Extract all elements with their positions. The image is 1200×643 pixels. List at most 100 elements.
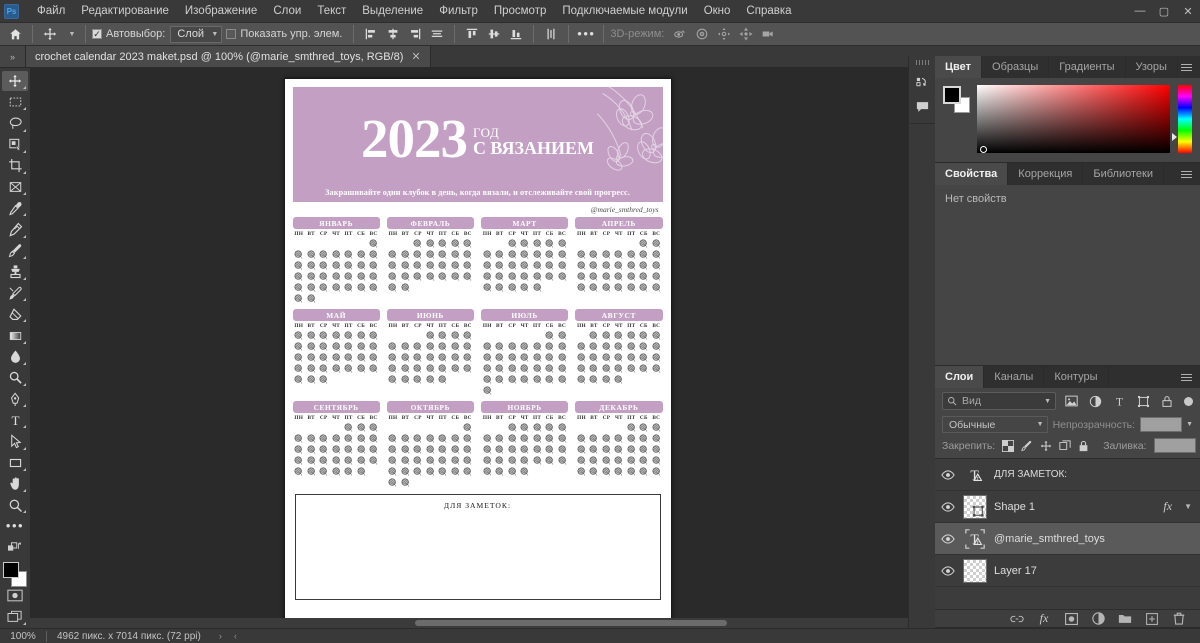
crop-tool[interactable] xyxy=(2,156,28,176)
layer-thumbnail[interactable]: T xyxy=(963,527,987,551)
tab-layers[interactable]: Слои xyxy=(935,366,985,388)
menu-edit[interactable]: Редактирование xyxy=(73,2,177,20)
new-layer-icon[interactable] xyxy=(1145,612,1159,626)
link-layers-icon[interactable] xyxy=(1010,612,1024,626)
blur-tool[interactable] xyxy=(2,347,28,367)
hue-marker[interactable] xyxy=(1172,133,1177,141)
align-right-edges-icon[interactable] xyxy=(404,24,426,44)
autoselect-checkbox[interactable]: ✓ xyxy=(92,29,102,39)
canvas-area[interactable]: 2023 ГОД С ВЯЗАНИЕМ Закрашивайте один кл… xyxy=(30,68,935,628)
align-vertical-centers-icon[interactable] xyxy=(483,24,505,44)
menu-select[interactable]: Выделение xyxy=(354,2,431,20)
tool-preset-chevron-icon[interactable]: ▼ xyxy=(61,24,79,44)
filter-adjustment-icon[interactable] xyxy=(1086,392,1104,410)
type-tool[interactable]: T xyxy=(2,410,28,430)
blend-mode-select[interactable]: Обычные ▼ xyxy=(942,416,1048,433)
menu-file[interactable]: Файл xyxy=(29,2,73,20)
history-panel-icon[interactable] xyxy=(910,71,935,95)
color-panel-menu-icon[interactable] xyxy=(1177,56,1196,78)
align-left-edges-icon[interactable] xyxy=(360,24,382,44)
layer-effects-icon[interactable]: fx xyxy=(1163,499,1172,514)
menu-filter[interactable]: Фильтр xyxy=(431,2,486,20)
opacity-input[interactable] xyxy=(1140,417,1183,432)
zoom-level[interactable]: 100% xyxy=(0,631,46,642)
edit-toolbar-tool[interactable]: ••• xyxy=(2,516,28,536)
pan-3d-icon[interactable] xyxy=(713,24,735,44)
menu-layers[interactable]: Слои xyxy=(265,2,309,20)
layer-row[interactable]: T ДЛЯ ЗАМЕТОК: xyxy=(935,459,1200,491)
color-swatches[interactable] xyxy=(2,561,28,587)
new-group-icon[interactable] xyxy=(1118,612,1132,626)
roll-3d-icon[interactable] xyxy=(691,24,713,44)
layer-list[interactable]: T ДЛЯ ЗАМЕТОК: Shape 1 fx ▼ T @marie_smthred_t… xyxy=(935,458,1200,609)
lock-position-icon[interactable] xyxy=(1040,439,1052,453)
status-collapse-icon[interactable]: ‹ xyxy=(230,631,241,641)
layer-effects-expand-icon[interactable]: ▼ xyxy=(1184,502,1192,511)
move-tool[interactable] xyxy=(2,71,28,92)
adjustment-layer-icon[interactable] xyxy=(1091,612,1105,626)
clone-stamp-tool[interactable] xyxy=(2,262,28,282)
layer-visibility-icon[interactable] xyxy=(939,565,956,576)
tab-libraries[interactable]: Библиотеки xyxy=(1083,163,1164,185)
tab-gradients[interactable]: Градиенты xyxy=(1049,56,1126,78)
menu-text[interactable]: Текст xyxy=(309,2,354,20)
menu-help[interactable]: Справка xyxy=(738,2,799,20)
layers-panel-menu-icon[interactable] xyxy=(1177,366,1196,388)
maximize-button[interactable]: ▢ xyxy=(1152,0,1176,22)
align-bottom-edges-icon[interactable] xyxy=(505,24,527,44)
rectangle-tool[interactable] xyxy=(2,453,28,473)
tab-color[interactable]: Цвет xyxy=(935,56,983,78)
tab-paths[interactable]: Контуры xyxy=(1044,366,1109,388)
layer-filter-select[interactable]: Вид ▼ xyxy=(942,392,1056,410)
lock-artboard-nesting-icon[interactable] xyxy=(1059,439,1071,453)
eyedropper-tool[interactable] xyxy=(2,198,28,218)
gradient-tool[interactable] xyxy=(2,325,28,345)
chevron-down-icon[interactable]: ▼ xyxy=(1186,421,1193,428)
layer-row[interactable]: T @marie_smthred_toys xyxy=(935,523,1200,555)
camera-3d-icon[interactable] xyxy=(757,24,779,44)
show-controls-checkbox[interactable] xyxy=(226,29,237,39)
path-selection-tool[interactable] xyxy=(2,431,28,451)
slide-3d-icon[interactable] xyxy=(735,24,757,44)
close-icon[interactable]: ✕ xyxy=(411,50,420,63)
distribute-horizontally-icon[interactable] xyxy=(426,24,448,44)
object-selection-tool[interactable] xyxy=(2,135,28,155)
filter-type-icon[interactable]: T xyxy=(1110,392,1128,410)
menu-window[interactable]: Окно xyxy=(696,2,739,20)
tab-patterns[interactable]: Узоры xyxy=(1126,56,1178,78)
tab-properties[interactable]: Свойства xyxy=(935,163,1009,185)
tab-overflow-icon[interactable]: » xyxy=(0,46,26,67)
rail-grip[interactable] xyxy=(915,60,929,65)
eraser-tool[interactable] xyxy=(2,304,28,324)
menu-view[interactable]: Просмотр xyxy=(486,2,555,20)
history-brush-tool[interactable] xyxy=(2,283,28,303)
layer-thumbnail[interactable]: T xyxy=(963,463,987,487)
panel-foreground-swatch[interactable] xyxy=(943,86,961,104)
screen-mode-icon[interactable] xyxy=(2,607,28,627)
color-field[interactable] xyxy=(977,85,1170,153)
more-options-icon[interactable]: ••• xyxy=(575,24,597,44)
frame-tool[interactable] xyxy=(2,177,28,197)
hue-ramp[interactable] xyxy=(1172,85,1192,153)
color-picker-marker[interactable] xyxy=(980,146,987,153)
canvas-horizontal-scrollbar[interactable] xyxy=(30,618,925,628)
align-horizontal-centers-icon[interactable] xyxy=(382,24,404,44)
zoom-tool[interactable] xyxy=(2,495,28,515)
opacity-field-wrap[interactable]: ▼ xyxy=(1140,417,1193,432)
comments-panel-icon[interactable] xyxy=(910,95,935,119)
orbit-3d-icon[interactable] xyxy=(669,24,691,44)
fill-field-wrap[interactable]: ▼ xyxy=(1153,438,1200,453)
filter-shape-icon[interactable] xyxy=(1134,392,1152,410)
autoselect-scope-select[interactable]: Слой ▼ xyxy=(170,25,223,43)
spot-healing-brush-tool[interactable] xyxy=(2,219,28,239)
lasso-tool[interactable] xyxy=(2,113,28,133)
layer-visibility-icon[interactable] xyxy=(939,469,956,480)
distribute-vertically-icon[interactable] xyxy=(540,24,562,44)
move-tool-icon[interactable] xyxy=(39,24,61,44)
fill-input[interactable] xyxy=(1153,438,1196,453)
layer-row[interactable]: Shape 1 fx ▼ xyxy=(935,491,1200,523)
layer-row[interactable]: Layer 17 xyxy=(935,555,1200,587)
lock-all-icon[interactable] xyxy=(1078,439,1089,453)
menu-plugins[interactable]: Подключаемые модули xyxy=(554,2,695,20)
brush-tool[interactable] xyxy=(2,241,28,261)
